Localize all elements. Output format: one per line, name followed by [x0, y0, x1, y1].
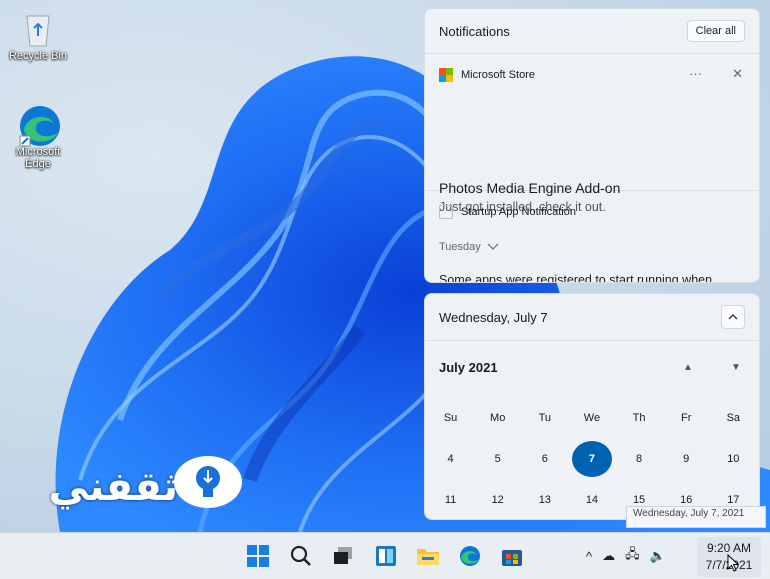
calendar-day[interactable]: 14: [568, 490, 615, 510]
group-label: Tuesday: [439, 241, 481, 253]
start-icon: [247, 545, 269, 567]
watermark-logo: ثقفني: [28, 452, 244, 522]
mouse-cursor-icon: [727, 554, 739, 572]
notifications-title: Notifications: [439, 23, 510, 39]
calendar-day-wrap: 7: [568, 441, 615, 477]
show-hidden-icons-chevron-icon[interactable]: ^: [586, 549, 592, 564]
previous-month-button[interactable]: ▲: [683, 362, 693, 373]
calendar-week-row: 4 5 6 7 8 9 10: [427, 441, 757, 477]
notification-card-startup[interactable]: Startup App Notification Tuesday Some ap…: [425, 191, 759, 283]
notification-body: Some apps were registered to start runni…: [439, 273, 713, 283]
close-icon[interactable]: ✕: [732, 66, 743, 82]
calendar-day[interactable]: 12: [474, 490, 521, 510]
widgets-button[interactable]: [373, 543, 399, 569]
clock-tooltip: Wednesday, July 7, 2021: [626, 506, 766, 528]
calendar-day[interactable]: 8: [616, 449, 663, 469]
notification-group-toggle[interactable]: Tuesday: [439, 241, 499, 253]
next-month-button[interactable]: ▼: [731, 362, 741, 373]
chevron-up-icon: [728, 314, 738, 320]
task-view-button[interactable]: [330, 543, 356, 569]
weekday-header-row: Su Mo Tu We Th Fr Sa: [427, 408, 757, 428]
chevron-down-icon: [487, 243, 499, 250]
search-icon: [290, 545, 311, 566]
weekday-label: Fr: [680, 412, 692, 424]
notification-app-name: Startup App Notification: [461, 206, 576, 218]
notification-actions: ··· ✕: [689, 66, 743, 82]
file-explorer-button[interactable]: [415, 543, 441, 569]
calendar-day[interactable]: 10: [710, 449, 757, 469]
watermark-text: ثقفني: [48, 464, 178, 510]
microsoft-store-icon: [502, 550, 522, 566]
more-options-icon[interactable]: ···: [689, 66, 702, 82]
calendar-day[interactable]: 9: [663, 449, 710, 469]
edge-label: Microsoft Edge: [15, 146, 61, 170]
notification-header: Notifications Clear all: [425, 9, 759, 54]
collapse-calendar-button[interactable]: [721, 305, 745, 329]
calendar-day-selected[interactable]: 7: [571, 441, 612, 477]
notification-app-row: Startup App Notification: [439, 205, 576, 219]
volume-icon[interactable]: 🔈: [650, 548, 666, 564]
clear-all-button[interactable]: Clear all: [686, 20, 745, 42]
network-icon[interactable]: 🖧: [625, 545, 640, 567]
weekday-label: Su: [443, 412, 458, 424]
notification-app-row: Microsoft Store: [439, 68, 535, 82]
weekday-label: Mo: [490, 412, 506, 424]
month-navigation: July 2021 ▲ ▼: [425, 340, 759, 390]
widgets-icon: [376, 546, 396, 566]
search-button[interactable]: [288, 543, 314, 569]
recycle-bin-label: Recycle Bin: [8, 50, 68, 62]
task-view-icon: [334, 547, 352, 564]
edge-taskbar-button[interactable]: [457, 543, 483, 569]
file-explorer-icon: [417, 549, 439, 565]
edge-icon: [18, 104, 60, 147]
system-tray: ^ ☁ 🖧 🔈: [586, 545, 666, 567]
weekday-label: Tu: [538, 412, 552, 424]
microsoft-store-icon: [439, 68, 453, 82]
taskbar: ^ ☁ 🖧 🔈 9:20 AM 7/7/2021: [0, 532, 770, 579]
recycle-bin-shortcut[interactable]: Recycle Bin: [6, 8, 70, 62]
calendar-day[interactable]: 5: [474, 449, 521, 469]
month-label[interactable]: July 2021: [439, 360, 498, 375]
notification-app-name: Microsoft Store: [461, 69, 535, 81]
weekday-label: We: [583, 412, 601, 424]
calendar-day[interactable]: 11: [427, 490, 474, 510]
edge-shortcut[interactable]: Microsoft Edge: [6, 104, 70, 170]
notification-center: Notifications Clear all Microsoft Store …: [424, 8, 760, 283]
calendar-current-date: Wednesday, July 7: [439, 309, 548, 325]
recycle-bin-icon: [18, 8, 58, 48]
edge-icon: [460, 546, 480, 566]
notification-card-store[interactable]: Microsoft Store ··· ✕ Photos Media Engin…: [425, 54, 759, 214]
startup-app-icon: [439, 205, 453, 219]
microsoft-store-taskbar-button[interactable]: [499, 543, 525, 569]
lightbulb-icon: [174, 456, 242, 508]
calendar-header: Wednesday, July 7: [425, 294, 759, 341]
calendar-flyout: Wednesday, July 7 July 2021 ▲ ▼ Su Mo Tu…: [424, 293, 760, 520]
weekday-label: Sa: [726, 412, 741, 424]
calendar-day[interactable]: 6: [521, 449, 568, 469]
start-button[interactable]: [245, 543, 271, 569]
weekday-label: Th: [632, 412, 646, 424]
calendar-day[interactable]: 13: [521, 490, 568, 510]
calendar-day[interactable]: 4: [427, 449, 474, 469]
onedrive-icon[interactable]: ☁: [602, 548, 615, 564]
